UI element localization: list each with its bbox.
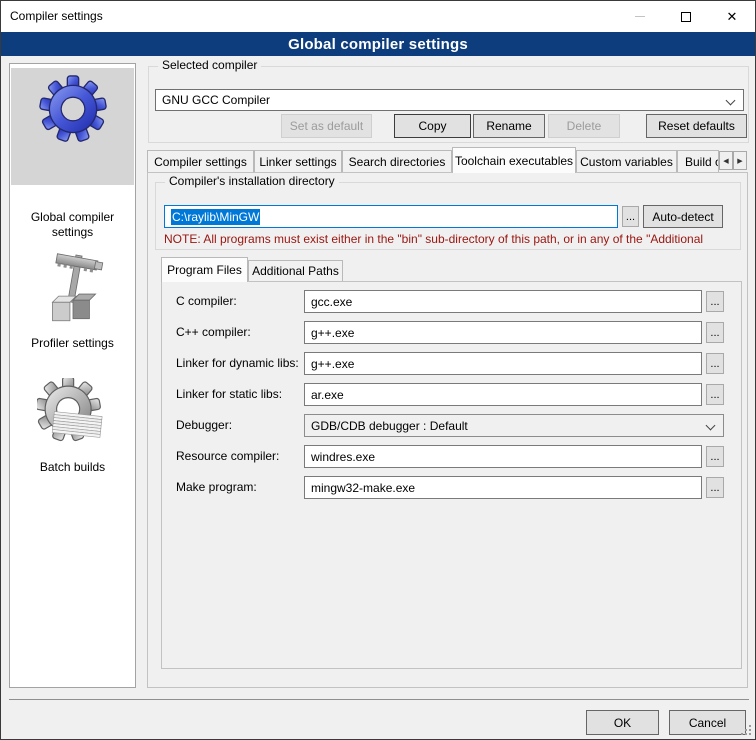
- tab-program-files[interactable]: Program Files: [161, 257, 248, 282]
- set-as-default-button: Set as default: [281, 114, 372, 138]
- tab-linker-settings[interactable]: Linker settings: [254, 150, 342, 172]
- c-compiler-browse-button[interactable]: ...: [706, 291, 724, 312]
- sidebar-item-profiler-settings[interactable]: Profiler settings: [11, 336, 134, 351]
- install-dir-input[interactable]: C:\raylib\MinGW: [164, 205, 618, 228]
- gear-blue-icon: [11, 74, 134, 144]
- tab-scroll-left-button[interactable]: ◀: [719, 151, 733, 170]
- compiler-settings-window: Compiler settings ✕ Global compiler sett…: [0, 0, 756, 740]
- static-linker-field[interactable]: ar.exe: [304, 383, 702, 406]
- install-dir-value: C:\raylib\MinGW: [171, 209, 260, 225]
- compiler-select-value: GNU GCC Compiler: [162, 93, 270, 107]
- reset-defaults-button[interactable]: Reset defaults: [646, 114, 747, 138]
- tab-custom-variables[interactable]: Custom variables: [576, 150, 677, 172]
- c-compiler-label: C compiler:: [176, 294, 237, 308]
- arrow-right-icon: ▶: [737, 157, 742, 165]
- delete-button: Delete: [548, 114, 620, 138]
- compiler-select[interactable]: GNU GCC Compiler: [155, 89, 744, 111]
- auto-detect-button[interactable]: Auto-detect: [643, 205, 723, 228]
- debugger-select-value: GDB/CDB debugger : Default: [311, 419, 468, 433]
- arrow-left-icon: ◀: [723, 157, 728, 165]
- c-compiler-field[interactable]: gcc.exe: [304, 290, 702, 313]
- footer-divider: [9, 699, 749, 700]
- make-program-field[interactable]: mingw32-make.exe: [304, 476, 702, 499]
- copy-button[interactable]: Copy: [394, 114, 471, 138]
- make-program-label: Make program:: [176, 480, 257, 494]
- title-bar[interactable]: Compiler settings ✕: [1, 1, 755, 32]
- static-linker-browse-button[interactable]: ...: [706, 384, 724, 405]
- chevron-down-icon: [726, 96, 736, 106]
- tab-scroll-right-button[interactable]: ▶: [733, 151, 747, 170]
- sidebar-item-batch-builds[interactable]: Batch builds: [11, 460, 134, 475]
- chevron-down-icon: [706, 421, 716, 431]
- dialog-header: Global compiler settings: [1, 32, 755, 56]
- tab-additional-paths[interactable]: Additional Paths: [248, 260, 343, 281]
- settings-sidebar: Global compiler settings: [9, 63, 136, 688]
- debugger-label: Debugger:: [176, 418, 232, 432]
- resize-grip[interactable]: [739, 723, 751, 735]
- page-title: Global compiler settings: [288, 36, 468, 53]
- static-linker-label: Linker for static libs:: [176, 387, 282, 401]
- window-title: Compiler settings: [10, 1, 103, 32]
- cpp-compiler-field[interactable]: g++.exe: [304, 321, 702, 344]
- install-dir-group-label: Compiler's installation directory: [165, 174, 339, 188]
- dynamic-linker-label: Linker for dynamic libs:: [176, 356, 299, 370]
- sidebar-item-label: Global compiler settings: [11, 210, 134, 240]
- install-dir-note: NOTE: All programs must exist either in …: [164, 232, 736, 246]
- dynamic-linker-browse-button[interactable]: ...: [706, 353, 724, 374]
- debugger-select[interactable]: GDB/CDB debugger : Default: [304, 414, 724, 437]
- tab-build-options[interactable]: Build options: [677, 150, 719, 172]
- minimize-icon: [635, 16, 645, 17]
- gear-stack-icon[interactable]: [11, 376, 134, 452]
- close-button[interactable]: ✕: [709, 1, 755, 32]
- make-program-browse-button[interactable]: ...: [706, 477, 724, 498]
- dynamic-linker-field[interactable]: g++.exe: [304, 352, 702, 375]
- rename-button[interactable]: Rename: [473, 114, 545, 138]
- close-icon: ✕: [727, 10, 738, 23]
- maximize-button[interactable]: [663, 1, 709, 32]
- selected-compiler-group-label: Selected compiler: [158, 58, 261, 72]
- install-dir-browse-button[interactable]: ...: [622, 206, 639, 227]
- minimize-button: [617, 1, 663, 32]
- resource-compiler-browse-button[interactable]: ...: [706, 446, 724, 467]
- ok-button[interactable]: OK: [586, 710, 659, 735]
- cpp-compiler-label: C++ compiler:: [176, 325, 251, 339]
- maximize-icon: [681, 12, 691, 22]
- tab-search-directories[interactable]: Search directories: [342, 150, 452, 172]
- tab-compiler-settings[interactable]: Compiler settings: [147, 150, 254, 172]
- caliper-icon[interactable]: [11, 252, 134, 332]
- resource-compiler-field[interactable]: windres.exe: [304, 445, 702, 468]
- cancel-button[interactable]: Cancel: [669, 710, 746, 735]
- cpp-compiler-browse-button[interactable]: ...: [706, 322, 724, 343]
- tab-toolchain-executables[interactable]: Toolchain executables: [452, 147, 576, 173]
- resource-compiler-label: Resource compiler:: [176, 449, 279, 463]
